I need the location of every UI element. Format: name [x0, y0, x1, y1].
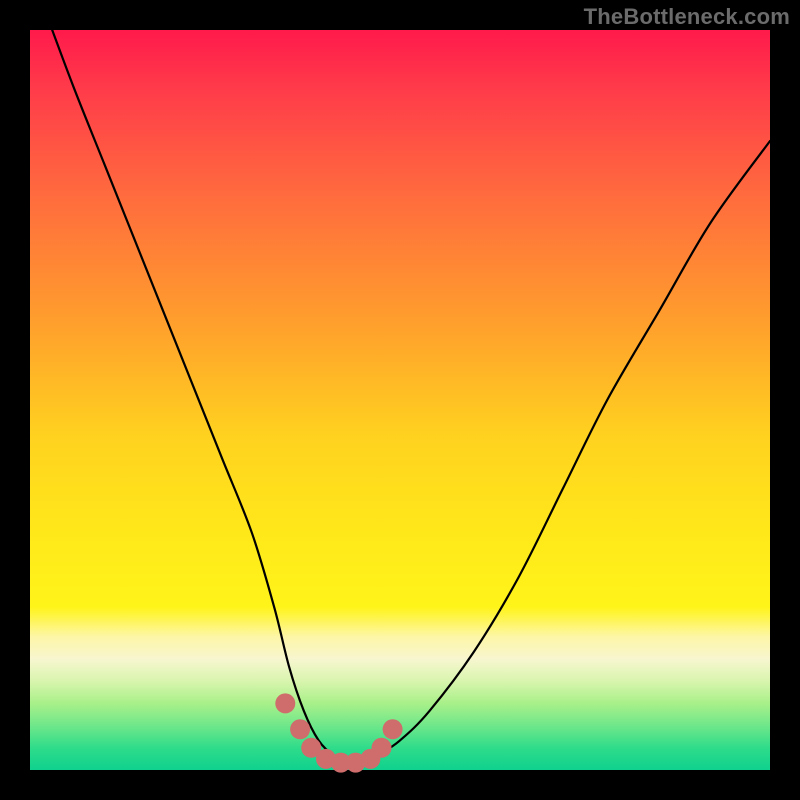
curve-svg	[30, 30, 770, 770]
marker-group	[275, 693, 402, 772]
marker-dot	[372, 738, 392, 758]
watermark-label: TheBottleneck.com	[584, 4, 790, 30]
marker-dot	[290, 719, 310, 739]
marker-dot	[275, 693, 295, 713]
bottleneck-curve-path	[52, 30, 770, 764]
marker-dot	[383, 719, 403, 739]
chart-stage: TheBottleneck.com	[0, 0, 800, 800]
plot-area	[30, 30, 770, 770]
